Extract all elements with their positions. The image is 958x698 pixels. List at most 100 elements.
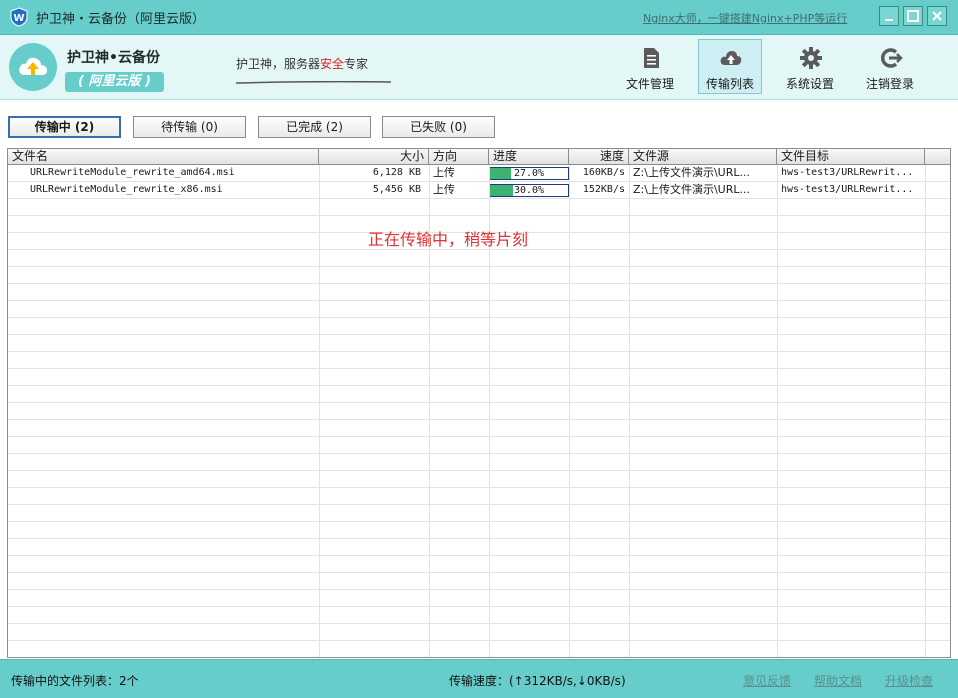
slogan: 护卫神，服务器安全专家 — [236, 55, 368, 72]
file-size: 5,456 KB — [372, 184, 421, 195]
nav-file-manage-label: 文件管理 — [625, 77, 674, 91]
grid-column-line — [629, 165, 630, 657]
grid-row-line — [8, 453, 950, 454]
source-path: Z:\上传文件演示\URL... — [633, 166, 750, 179]
transfer-speed-status: 传输速度：(↑312KB/s,↓0KB/s) — [449, 674, 626, 688]
tab-transferring[interactable]: 传输中 (2) — [8, 116, 121, 138]
slogan-suffix: 专家 — [344, 57, 369, 71]
minimize-button[interactable] — [879, 6, 899, 26]
grid-row-line — [8, 589, 950, 590]
target-path: hws-test3/URLRewrit... — [781, 184, 914, 195]
tab-failed[interactable]: 已失败 (0) — [382, 116, 495, 138]
grid-row-line — [8, 215, 950, 216]
grid-column-line — [925, 165, 926, 657]
grid-row-line — [8, 198, 950, 199]
cloud-upload-icon — [720, 51, 742, 65]
feedback-link[interactable]: 意见反馈 — [743, 672, 791, 689]
cloud-upload-icon — [19, 57, 48, 75]
grid-row-line — [8, 470, 950, 471]
title-bar: W 护卫神・云备份（阿里云版） Nginx大师，一键搭建Nginx+PHP等运行 — [0, 0, 958, 35]
grid-row-line — [8, 334, 950, 335]
maximize-button[interactable] — [903, 6, 923, 26]
file-name: URLRewriteModule_rewrite_x86.msi — [30, 184, 223, 195]
speed: 160KB/s — [582, 167, 625, 178]
grid-row-line — [8, 419, 950, 420]
grid-row-line — [8, 300, 950, 301]
promo-link[interactable]: Nginx大师，一键搭建Nginx+PHP等运行 — [643, 10, 847, 26]
tab-waiting[interactable]: 待传输 (0) — [133, 116, 246, 138]
grid-row-line — [8, 368, 950, 369]
column-header-name[interactable]: 文件名 — [8, 149, 319, 165]
progress-bar: 30.0% — [489, 184, 569, 197]
grid-row-line — [8, 521, 950, 522]
grid-row-line — [8, 572, 950, 573]
progress-bar: 27.0% — [489, 167, 569, 180]
source-path: Z:\上传文件演示\URL... — [633, 183, 750, 196]
file-name: URLRewriteModule_rewrite_amd64.msi — [30, 167, 235, 178]
grid-row-line — [8, 487, 950, 488]
help-link[interactable]: 帮助文档 — [814, 672, 862, 689]
grid-row-line — [8, 538, 950, 539]
maximize-icon — [907, 10, 919, 22]
close-icon — [932, 11, 942, 21]
status-bar: 传输中的文件列表：2个 传输速度：(↑312KB/s,↓0KB/s) 意见反馈 … — [0, 659, 958, 698]
close-button[interactable] — [927, 6, 947, 26]
tab-completed[interactable]: 已完成 (2) — [258, 116, 371, 138]
brand-name: 护卫神•云备份 — [67, 50, 160, 66]
nav-settings-label: 系统设置 — [785, 77, 834, 91]
speed: 152KB/s — [582, 184, 625, 195]
nav-transfer-list[interactable]: 传输列表 — [698, 39, 762, 94]
slogan-underline — [236, 81, 391, 84]
logout-icon — [880, 48, 903, 68]
transfer-status-message: 正在传输中，稍等片刻 — [368, 230, 529, 249]
nav-logout[interactable]: 注销登录 — [858, 39, 922, 94]
slogan-accent: 安全 — [320, 57, 345, 71]
gear-icon — [800, 47, 822, 69]
nav-logout-label: 注销登录 — [865, 77, 914, 91]
document-icon — [644, 48, 659, 68]
upgrade-link[interactable]: 升级检查 — [885, 672, 933, 689]
window-title: 护卫神・云备份（阿里云版） — [36, 12, 206, 27]
transfer-table[interactable]: 文件名 大小 方向 进度 速度 文件源 文件目标 URLRewriteModul… — [7, 148, 951, 658]
column-header-source[interactable]: 文件源 — [629, 149, 777, 165]
grid-column-line — [569, 165, 570, 657]
column-header-size[interactable]: 大小 — [319, 149, 429, 165]
progress-label: 27.0% — [513, 168, 545, 179]
grid-row-line — [8, 351, 950, 352]
grid-row-line — [8, 606, 950, 607]
column-header-speed[interactable]: 速度 — [569, 149, 629, 165]
grid-row-line — [8, 640, 950, 641]
grid-row-line — [8, 623, 950, 624]
column-header-direction[interactable]: 方向 — [429, 149, 489, 165]
brand-edition: ( 阿里云版 ) — [65, 72, 164, 92]
direction: 上传 — [433, 183, 455, 196]
grid-row-line — [8, 657, 951, 658]
cloud-upload-logo — [9, 43, 57, 91]
column-header-target[interactable]: 文件目标 — [777, 149, 925, 165]
grid-column-line — [777, 165, 778, 657]
grid-row-line — [8, 283, 950, 284]
direction: 上传 — [433, 166, 455, 179]
column-header-filler — [925, 149, 950, 165]
shield-logo-icon: W — [10, 7, 28, 27]
file-count-status: 传输中的文件列表：2个 — [11, 674, 139, 688]
grid-column-line — [319, 165, 320, 657]
nav-transfer-list-label: 传输列表 — [705, 77, 754, 91]
grid-row-line — [8, 385, 950, 386]
minimize-icon — [885, 19, 893, 21]
svg-text:W: W — [13, 13, 24, 24]
grid-row-line — [8, 504, 950, 505]
slogan-prefix: 护卫神，服务器 — [236, 57, 321, 71]
nav-file-manage[interactable]: 文件管理 — [618, 39, 682, 94]
progress-label: 30.0% — [513, 185, 545, 196]
column-header-progress[interactable]: 进度 — [489, 149, 569, 165]
grid-row-line — [8, 266, 950, 267]
target-path: hws-test3/URLRewrit... — [781, 167, 914, 178]
grid-row-line — [8, 402, 950, 403]
grid-row-line — [8, 317, 950, 318]
file-size: 6,128 KB — [372, 167, 421, 178]
nav-settings[interactable]: 系统设置 — [778, 39, 842, 94]
grid-row-line — [8, 181, 950, 182]
grid-row-line — [8, 436, 950, 437]
grid-row-line — [8, 555, 950, 556]
